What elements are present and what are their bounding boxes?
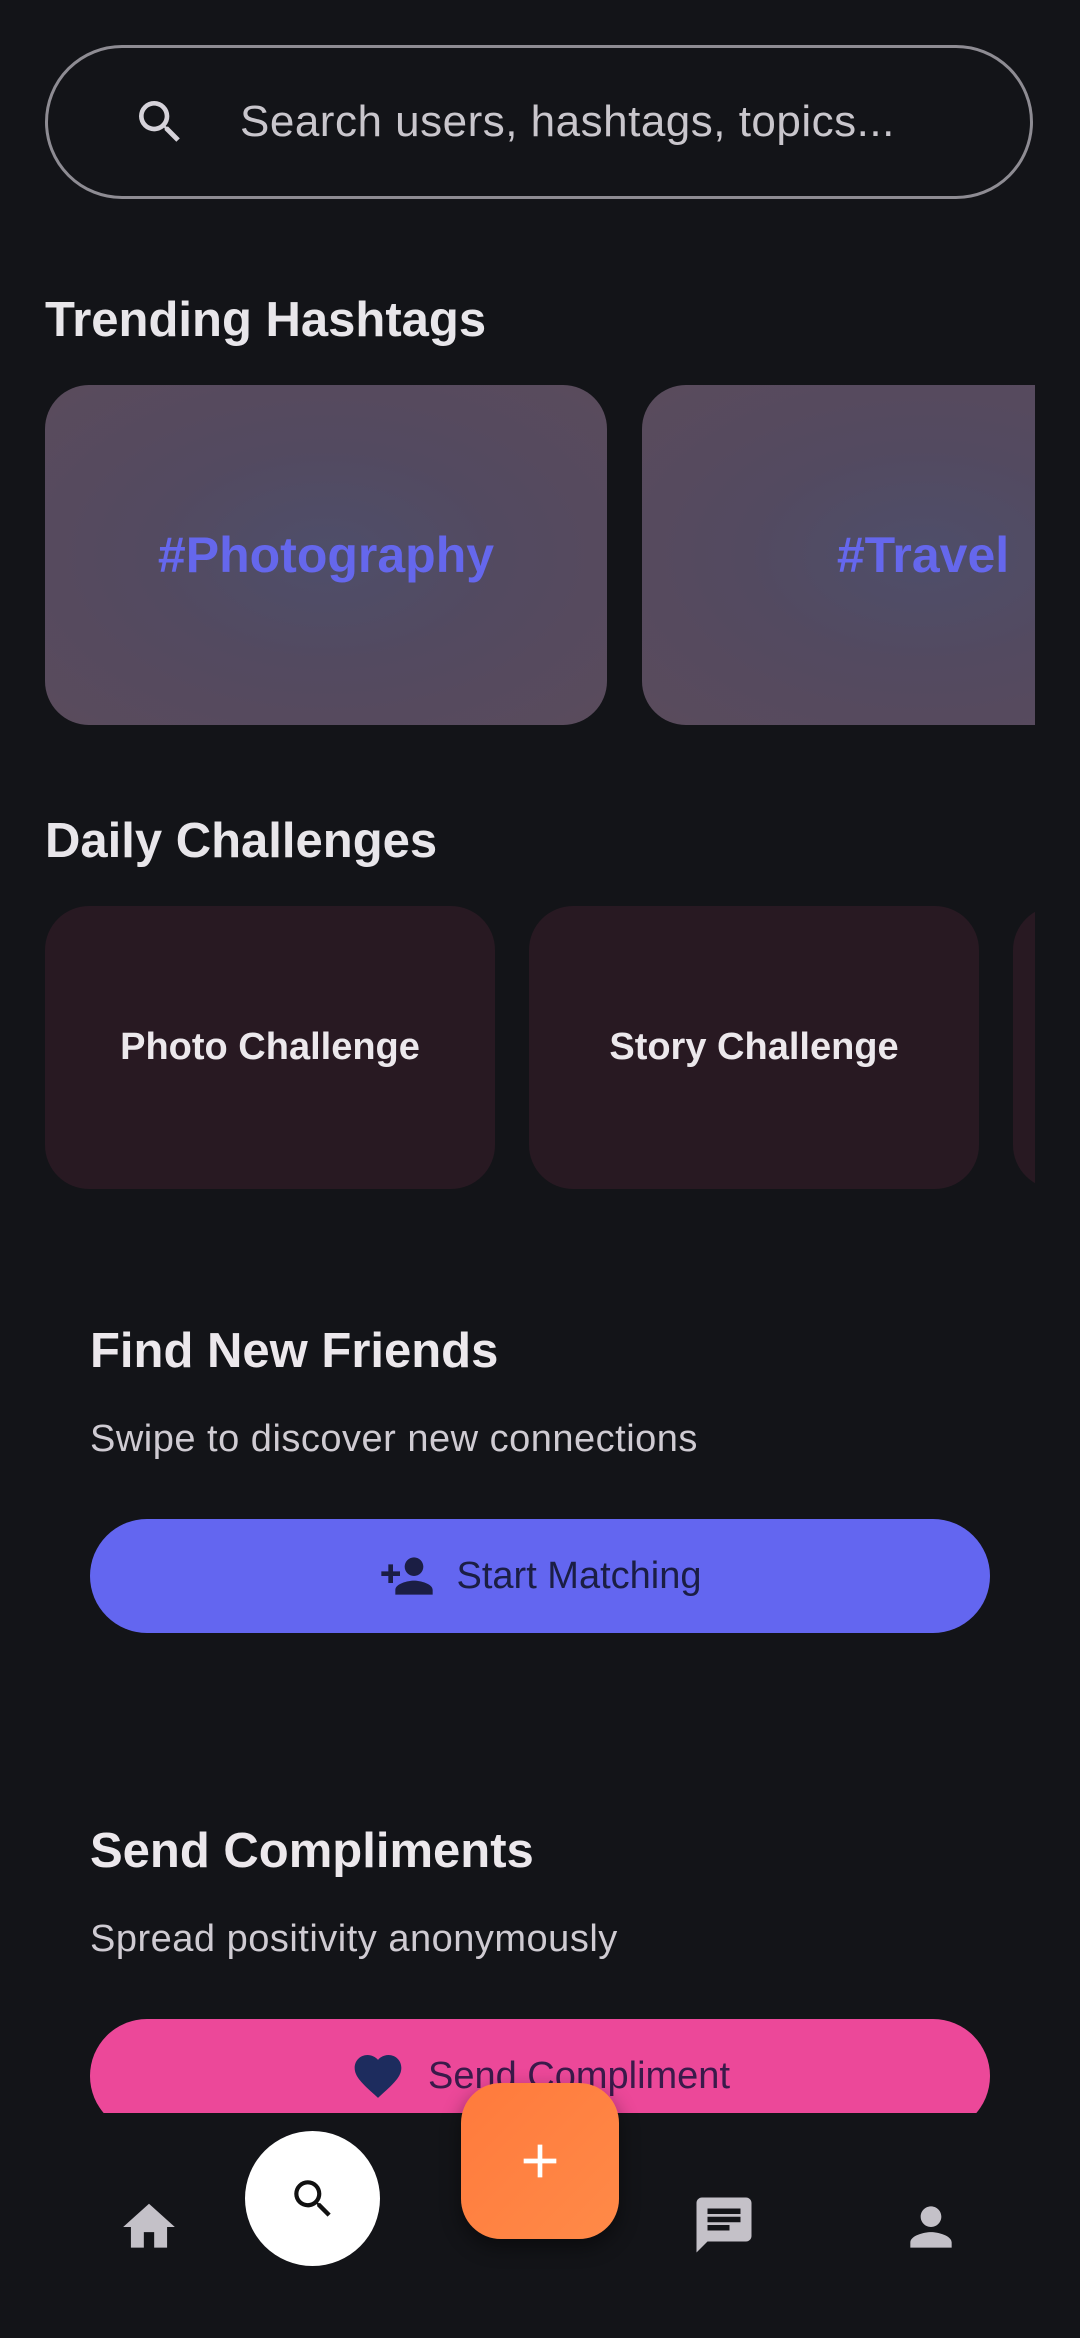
challenge-card-story[interactable]: Story Challenge xyxy=(529,906,979,1189)
start-matching-button[interactable]: Start Matching xyxy=(90,1519,990,1633)
hashtag-card-travel[interactable]: #Travel xyxy=(642,385,1035,725)
find-friends-title: Find New Friends xyxy=(90,1324,499,1378)
scroll-content[interactable]: Trending Hashtags #Photography #Travel D… xyxy=(0,0,1080,2113)
send-compliments-title: Send Compliments xyxy=(90,1824,534,1878)
chat-icon xyxy=(696,2197,752,2253)
person-add-icon xyxy=(380,1557,433,1595)
explore-screen: Trending Hashtags #Photography #Travel D… xyxy=(0,0,1080,2338)
challenge-card-next[interactable] xyxy=(1013,906,1035,1189)
search-input[interactable] xyxy=(238,48,990,196)
heart-icon xyxy=(354,2055,402,2098)
challenge-label: Story Challenge xyxy=(609,1026,899,1068)
profile-icon xyxy=(910,2206,952,2248)
hashtag-card-photography[interactable]: #Photography xyxy=(45,385,607,725)
hashtag-carousel[interactable]: #Photography #Travel xyxy=(45,385,1035,725)
create-post-fab[interactable] xyxy=(461,2083,619,2239)
nav-search[interactable] xyxy=(245,2131,380,2266)
challenge-carousel[interactable]: Photo Challenge Story Challenge xyxy=(45,906,1035,1189)
challenge-label: Photo Challenge xyxy=(120,1026,420,1068)
search-bar[interactable] xyxy=(45,45,1033,199)
nav-home[interactable] xyxy=(114,2192,184,2262)
add-icon xyxy=(523,2144,557,2178)
daily-challenges-title: Daily Challenges xyxy=(45,814,438,868)
trending-hashtags-title: Trending Hashtags xyxy=(45,293,487,347)
start-matching-label: Start Matching xyxy=(456,1554,702,1597)
hashtag-label: #Travel xyxy=(836,527,1010,583)
search-icon xyxy=(139,101,180,142)
nav-profile[interactable] xyxy=(896,2192,966,2262)
challenge-card-photo[interactable]: Photo Challenge xyxy=(45,906,495,1189)
send-compliments-subtitle: Spread positivity anonymously xyxy=(90,1918,618,1960)
search-icon xyxy=(293,2179,331,2217)
find-friends-subtitle: Swipe to discover new connections xyxy=(90,1418,698,1460)
hashtag-label: #Photography xyxy=(157,527,495,583)
home-icon xyxy=(123,2203,175,2248)
nav-messages[interactable] xyxy=(689,2190,759,2260)
